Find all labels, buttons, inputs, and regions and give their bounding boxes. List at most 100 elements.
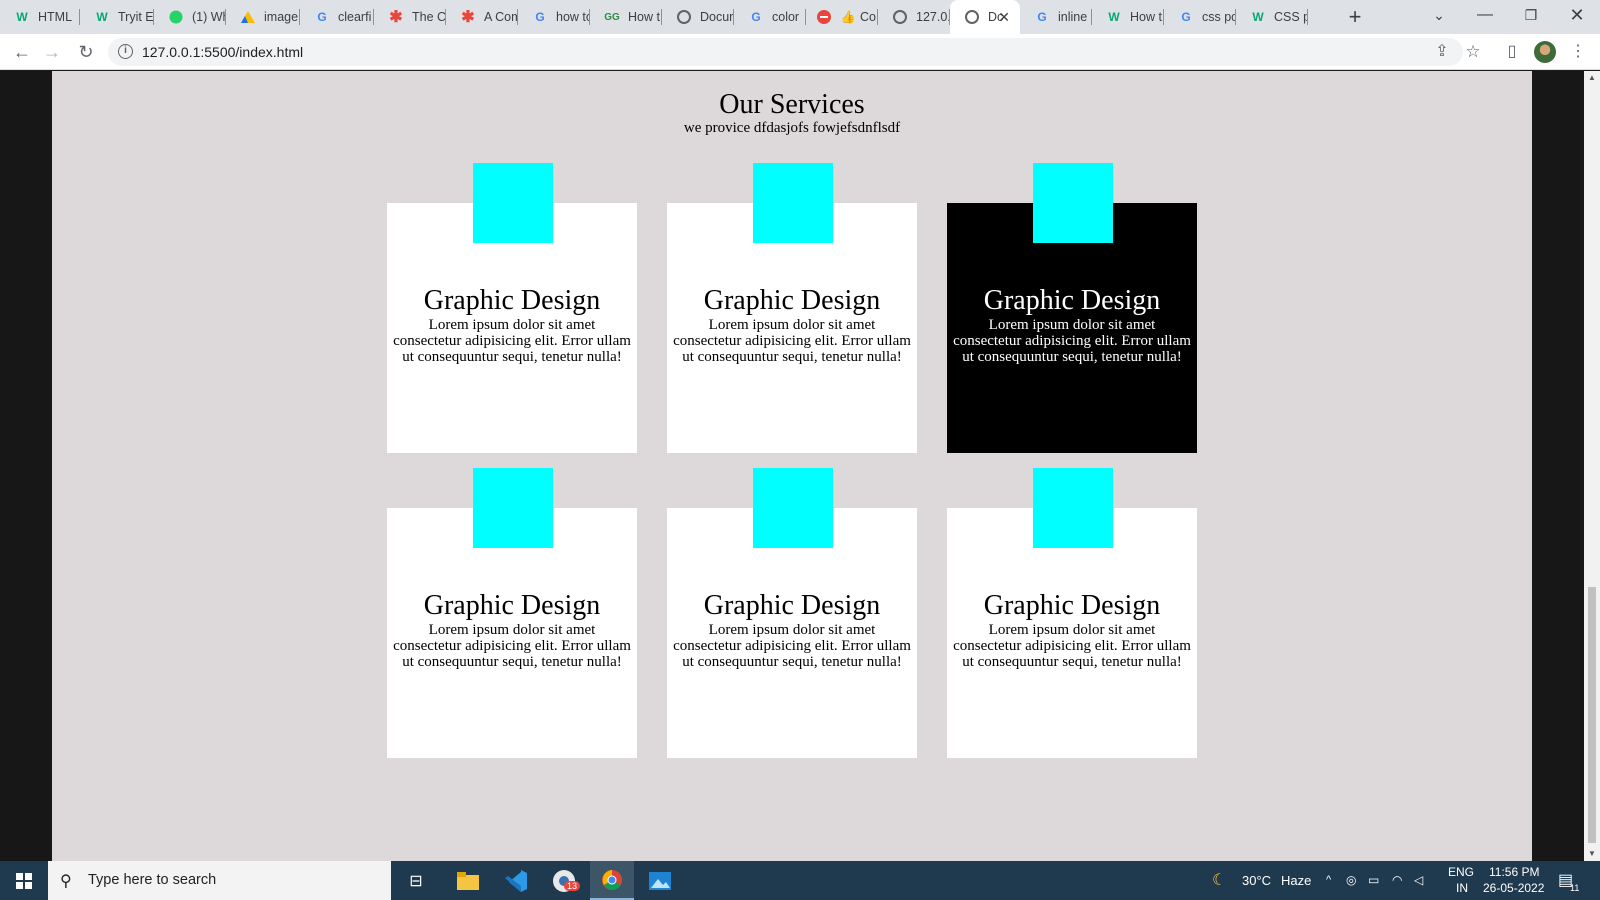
task-view-icon[interactable]: ⊟ <box>396 861 436 900</box>
browser-tab[interactable]: 127.0. <box>878 0 950 34</box>
forward-arrow-icon[interactable]: → <box>40 40 64 64</box>
google-icon: G <box>1181 10 1191 24</box>
bookmark-star-icon[interactable]: ☆ <box>1461 40 1485 64</box>
browser-tab[interactable]: Docur <box>662 0 734 34</box>
windows-start-icon[interactable] <box>0 861 48 900</box>
side-panel-icon[interactable]: ▯ <box>1500 40 1524 64</box>
tab-label: CSS p <box>1274 10 1308 24</box>
tab-label: Co <box>860 10 876 24</box>
browser-tab[interactable]: W How t <box>1092 0 1164 34</box>
wifi-icon[interactable]: ◠ <box>1392 861 1402 900</box>
reload-icon[interactable]: ↻ <box>74 40 98 64</box>
service-card-image <box>473 163 553 243</box>
notification-count: 11 <box>1570 883 1580 893</box>
search-icon: ⚲ <box>60 873 72 890</box>
browser-toolbar: ← → ↻ i 127.0.0.1:5500/index.html ⇪ ☆ ▯ … <box>0 34 1600 70</box>
kebab-menu-icon[interactable]: ⋮ <box>1566 40 1590 64</box>
photos-icon[interactable] <box>638 861 682 900</box>
tab-label: (1) Wh <box>192 10 226 24</box>
tab-search-icon[interactable]: ⌄ <box>1416 0 1462 34</box>
service-card[interactable]: Graphic Design Lorem ipsum dolor sit ame… <box>947 468 1197 758</box>
w3schools-icon: W <box>1252 10 1264 24</box>
tab-label: Docur <box>700 10 734 24</box>
browser-tab[interactable]: G clearfi <box>300 0 374 34</box>
browser-tab[interactable]: W HTML <box>0 0 80 34</box>
service-card-text: Lorem ipsum dolor sit amet consectetur a… <box>393 317 631 365</box>
tab-label: 127.0. <box>916 10 950 24</box>
browser-tab[interactable]: image <box>226 0 300 34</box>
tab-label: image <box>264 10 299 24</box>
browser-tab[interactable]: G color <box>734 0 806 34</box>
service-card-highlighted[interactable]: Graphic Design Lorem ipsum dolor sit ame… <box>947 163 1197 453</box>
geeks-icon: GG <box>604 11 620 23</box>
no-entry-icon <box>816 9 832 25</box>
browser-tab[interactable]: 👍 Co <box>806 0 878 34</box>
weather-condition[interactable]: Haze <box>1281 861 1311 900</box>
tab-label: Tryit E <box>118 10 154 24</box>
chrome-profile-icon[interactable]: 13 <box>542 861 586 900</box>
browser-tab[interactable]: GG How t <box>590 0 662 34</box>
service-card-title: Graphic Design <box>423 285 601 316</box>
browser-tab[interactable]: ✱ The Cl <box>374 0 446 34</box>
notification-badge: 13 <box>564 881 581 891</box>
meet-now-icon[interactable]: ◎ <box>1346 861 1356 900</box>
browser-tab-active[interactable]: Dc ✕ <box>950 0 1020 34</box>
address-bar[interactable]: i 127.0.0.1:5500/index.html <box>108 38 1463 66</box>
tab-label: HTML <box>38 10 73 24</box>
clock-date[interactable]: 26-05-2022 <box>1483 869 1544 900</box>
close-tab-icon[interactable]: ✕ <box>998 9 1010 26</box>
region-indicator[interactable]: IN <box>1456 869 1468 900</box>
browser-tab[interactable]: G inline <box>1020 0 1092 34</box>
weather-icon[interactable]: ☾ <box>1212 861 1226 900</box>
url-text: 127.0.0.1:5500/index.html <box>142 44 304 60</box>
service-card-text: Lorem ipsum dolor sit amet consectetur a… <box>953 317 1191 365</box>
restore-button[interactable]: ❐ <box>1508 0 1554 34</box>
scroll-up-icon[interactable]: ▲ <box>1588 73 1596 82</box>
google-icon: G <box>317 10 327 24</box>
volume-icon[interactable]: ◁ <box>1414 861 1423 900</box>
site-info-icon[interactable]: i <box>118 44 133 59</box>
scrollbar-thumb[interactable] <box>1588 587 1596 843</box>
tab-label: color <box>772 10 800 24</box>
tab-label: clearfi <box>338 10 372 24</box>
chrome-icon[interactable] <box>590 861 634 900</box>
google-drive-icon <box>240 9 256 25</box>
new-tab-button[interactable]: + <box>1342 4 1368 30</box>
service-card[interactable]: Graphic Design Lorem ipsum dolor sit ame… <box>387 163 637 453</box>
service-card[interactable]: Graphic Design Lorem ipsum dolor sit ame… <box>387 468 637 758</box>
browser-tab[interactable]: W CSS p <box>1236 0 1308 34</box>
share-icon[interactable]: ⇪ <box>1430 40 1454 64</box>
show-hidden-icons[interactable]: ^ <box>1326 861 1331 900</box>
service-card-image <box>1033 163 1113 243</box>
page-subtitle: we provice dfdasjofs fowjefsdnflsdf <box>683 120 901 136</box>
back-arrow-icon[interactable]: ← <box>10 40 34 64</box>
browser-tab[interactable]: W Tryit E <box>80 0 154 34</box>
browser-tab[interactable]: ✱ A Com <box>446 0 518 34</box>
page-title: Our Services <box>719 89 865 120</box>
vscode-icon[interactable] <box>494 861 538 900</box>
page-scrollbar[interactable]: ▲ ▼ <box>1584 71 1600 861</box>
service-card[interactable]: Graphic Design Lorem ipsum dolor sit ame… <box>667 468 917 758</box>
windows-taskbar: ⚲ Type here to search ⊟ 13 ☾ 30°C Haze ^… <box>0 861 1600 900</box>
scroll-down-icon[interactable]: ▼ <box>1588 849 1596 858</box>
close-window-button[interactable]: ✕ <box>1554 0 1600 34</box>
weather-temperature[interactable]: 30°C <box>1242 861 1271 900</box>
browser-tab[interactable]: G css po <box>1164 0 1236 34</box>
service-card-title: Graphic Design <box>983 285 1161 316</box>
tab-label: how tc <box>556 10 590 24</box>
asterisk-icon: ✱ <box>461 9 475 26</box>
tab-label: inline <box>1058 10 1088 24</box>
service-card-text: Lorem ipsum dolor sit amet consectetur a… <box>673 317 911 365</box>
taskbar-search-box[interactable]: ⚲ Type here to search <box>48 861 391 900</box>
profile-avatar[interactable] <box>1534 41 1556 63</box>
service-card-title: Graphic Design <box>423 590 601 621</box>
w3schools-icon: W <box>16 10 28 24</box>
asterisk-icon: ✱ <box>389 9 403 26</box>
service-card[interactable]: Graphic Design Lorem ipsum dolor sit ame… <box>667 163 917 453</box>
browser-tab[interactable]: (1) Wh <box>154 0 226 34</box>
google-icon: G <box>535 10 545 24</box>
browser-tab[interactable]: G how tc <box>518 0 590 34</box>
battery-icon[interactable]: ▭ <box>1368 861 1379 900</box>
minimize-button[interactable]: — <box>1462 0 1508 34</box>
file-explorer-icon[interactable] <box>446 861 490 900</box>
